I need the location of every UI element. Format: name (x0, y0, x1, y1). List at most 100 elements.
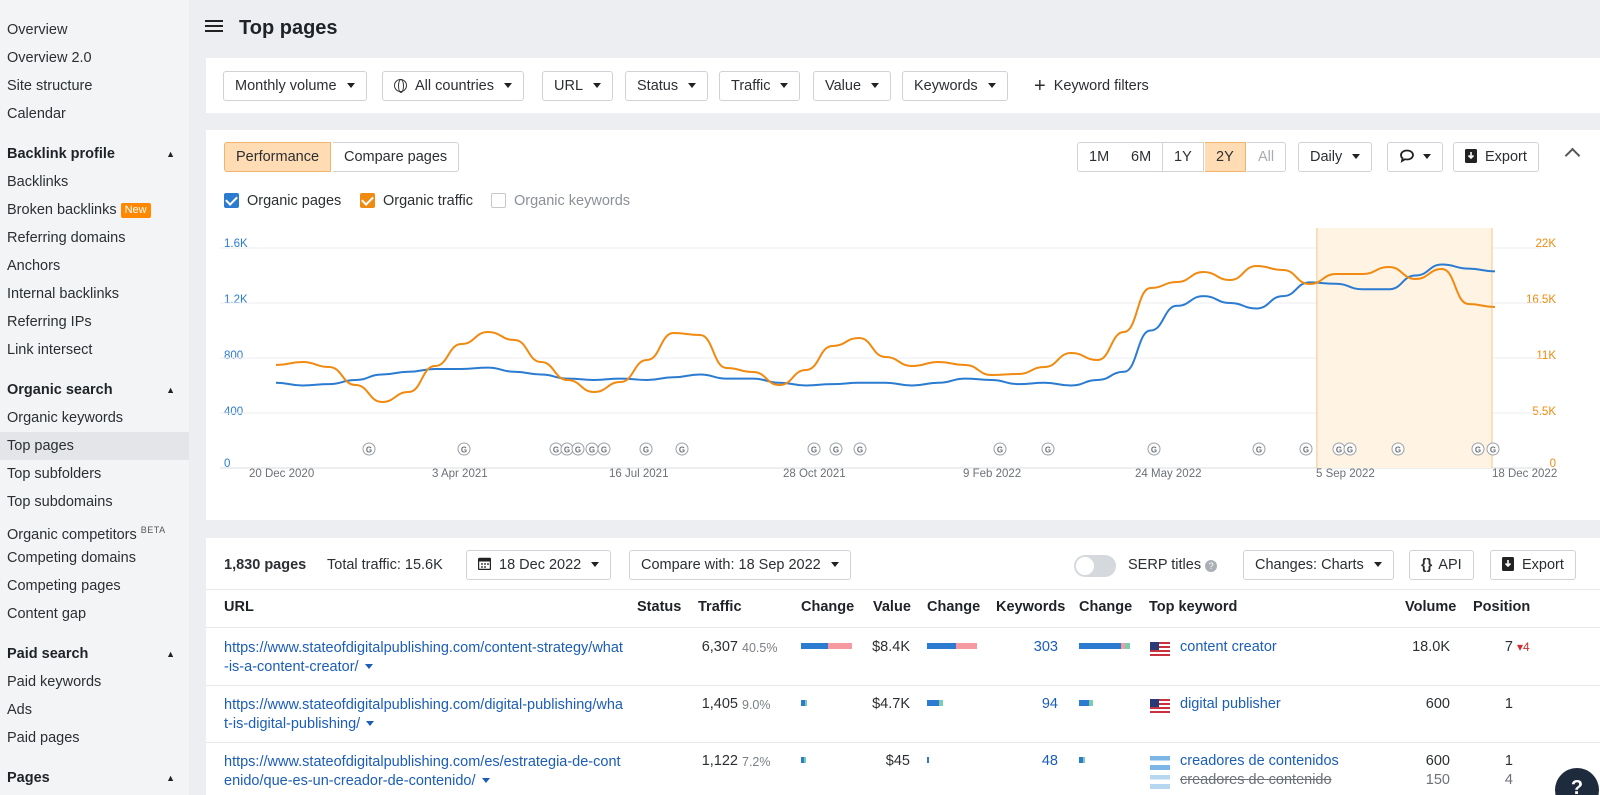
google-update-marker-label: G (461, 446, 467, 455)
calendar-icon (477, 557, 492, 571)
argentina-flag-icon (1150, 775, 1170, 789)
keyword-filters-button[interactable]: + Keyword filters (1034, 71, 1149, 101)
section-title: Backlink profile (7, 146, 115, 162)
caret-down-icon[interactable] (481, 778, 490, 783)
countries-dropdown[interactable]: All countries (382, 71, 524, 101)
google-update-marker-label: G (1256, 446, 1262, 455)
compare-with-dropdown[interactable]: Compare with: 18 Sep 2022 (629, 550, 851, 580)
top-keyword-link[interactable]: digital publisher (1180, 696, 1281, 712)
dropdown-label: 18 Dec 2022 (499, 557, 582, 573)
caret-down-icon (987, 83, 996, 88)
sidebar-section-paid-search[interactable]: Paid search ▲ (0, 640, 189, 668)
sidebar-section-pages[interactable]: Pages ▲ (0, 764, 189, 792)
sidebar-section-backlink-profile[interactable]: Backlink profile ▲ (0, 140, 189, 168)
column-header-keywords[interactable]: Keywords (996, 599, 1065, 615)
traffic-change-new-bar (804, 757, 806, 763)
section-title: Pages (7, 770, 50, 786)
serp-titles-toggle[interactable] (1074, 555, 1116, 577)
table-row-url[interactable]: https://www.stateofdigitalpublishing.com… (224, 639, 624, 677)
sidebar-item-paid-pages[interactable]: Paid pages (0, 724, 189, 752)
caret-down-icon[interactable] (366, 721, 375, 726)
highlight-band (1316, 228, 1492, 468)
caret-down-icon (591, 562, 600, 567)
button-label: Keyword filters (1053, 78, 1149, 94)
google-update-marker-label: G (575, 446, 581, 455)
sidebar-item-link-intersect[interactable]: Link intersect (0, 336, 189, 364)
column-header-url[interactable]: URL (224, 599, 254, 615)
monthly-volume-dropdown[interactable]: Monthly volume (223, 71, 367, 101)
sidebar-item-organic-competitors[interactable]: Organic competitors BETA (0, 516, 189, 544)
changes-dropdown[interactable]: Changes: Charts (1243, 550, 1394, 580)
sidebar-item-competing-domains[interactable]: Competing domains (0, 544, 189, 572)
sidebar-item-top-subfolders[interactable]: Top subfolders (0, 460, 189, 488)
value-change-new-bar (939, 700, 943, 706)
sidebar-item-overview-2[interactable]: Overview 2.0 (0, 44, 189, 72)
url-link[interactable]: https://www.stateofdigitalpublishing.com… (224, 754, 621, 789)
position-change-value: 4 (1523, 640, 1530, 654)
status-dropdown[interactable]: Status (625, 71, 709, 101)
button-label: Export (1522, 557, 1564, 573)
column-header-keywords-change[interactable]: Change (1079, 599, 1132, 615)
menu-icon[interactable] (205, 18, 223, 36)
dropdown-label: Monthly volume (235, 78, 337, 94)
caret-down-icon[interactable] (364, 664, 373, 669)
url-dropdown[interactable]: URL (542, 71, 614, 101)
traffic-dropdown[interactable]: Traffic (719, 71, 801, 101)
column-header-traffic-change[interactable]: Change (801, 599, 854, 615)
column-header-status[interactable]: Status (637, 599, 681, 615)
sidebar-item-backlinks[interactable]: Backlinks (0, 168, 189, 196)
column-header-position[interactable]: Position (1473, 599, 1530, 615)
api-button[interactable]: {} API (1409, 550, 1474, 580)
sidebar-item-competing-pages[interactable]: Competing pages (0, 572, 189, 600)
sidebar-item-calendar[interactable]: Calendar (0, 100, 189, 128)
value-amount: $45 (885, 753, 910, 769)
sidebar-item-referring-ips[interactable]: Referring IPs (0, 308, 189, 336)
keywords-count[interactable]: 303 (986, 639, 1058, 655)
pages-table-panel: 1,830 pages Total traffic: 15.6K 18 Dec … (206, 538, 1600, 795)
sidebar-item-site-structure[interactable]: Site structure (0, 72, 189, 100)
table-row-url[interactable]: https://www.stateofdigitalpublishing.com… (224, 696, 624, 734)
top-keyword-link[interactable]: content creator (1180, 639, 1277, 655)
performance-chart[interactable]: GGGGGGGGGGGGGGGGGGGGGG (206, 130, 1600, 520)
date-picker[interactable]: 18 Dec 2022 (466, 550, 612, 580)
sidebar-item-ads[interactable]: Ads (0, 696, 189, 724)
help-icon[interactable]: ? (1205, 560, 1218, 572)
sidebar-item-label: Organic competitors (7, 527, 137, 543)
sidebar-item-top-subdomains[interactable]: Top subdomains (0, 488, 189, 516)
divider (206, 589, 1600, 590)
google-update-marker-label: G (1475, 446, 1481, 455)
keywords-count[interactable]: 94 (986, 696, 1058, 712)
sidebar-item-label: Broken backlinks (7, 202, 117, 218)
table-row-url[interactable]: https://www.stateofdigitalpublishing.com… (224, 753, 624, 791)
sidebar-item-top-pages[interactable]: Top pages (0, 432, 189, 460)
column-header-top-keyword[interactable]: Top keyword (1149, 599, 1237, 615)
google-update-marker-label: G (857, 446, 863, 455)
column-header-value-change[interactable]: Change (927, 599, 980, 615)
sidebar-item-content-gap[interactable]: Content gap (0, 600, 189, 628)
sidebar-item-anchors[interactable]: Anchors (0, 252, 189, 280)
column-header-volume[interactable]: Volume (1405, 599, 1456, 615)
sidebar-item-referring-domains[interactable]: Referring domains (0, 224, 189, 252)
sidebar-item-overview[interactable]: Overview (0, 16, 189, 44)
traffic-percent-text: 40.5% (742, 641, 778, 655)
braces-icon: {} (1421, 557, 1433, 573)
dropdown-label: Traffic (731, 78, 771, 94)
table-export-button[interactable]: Export (1490, 550, 1576, 580)
keywords-count[interactable]: 48 (986, 753, 1058, 769)
traffic-percent: 9.0% (736, 697, 771, 713)
google-update-marker-label: G (811, 446, 817, 455)
sidebar-section-organic-search[interactable]: Organic search ▲ (0, 376, 189, 404)
keywords-dropdown[interactable]: Keywords (902, 71, 1008, 101)
sidebar-item-broken-backlinks[interactable]: Broken backlinks New (0, 196, 189, 224)
column-header-value[interactable]: Value (873, 599, 911, 615)
value-amount: $8.4K (872, 639, 910, 655)
top-keyword-link[interactable]: creadores de contenidos (1180, 753, 1339, 769)
sidebar-item-organic-keywords[interactable]: Organic keywords (0, 404, 189, 432)
url-link[interactable]: https://www.stateofdigitalpublishing.com… (224, 640, 623, 675)
traffic-percent: 40.5% (736, 640, 777, 656)
sidebar-item-internal-backlinks[interactable]: Internal backlinks (0, 280, 189, 308)
url-link[interactable]: https://www.stateofdigitalpublishing.com… (224, 697, 623, 732)
column-header-traffic[interactable]: Traffic (698, 599, 742, 615)
value-dropdown[interactable]: Value (813, 71, 892, 101)
sidebar-item-paid-keywords[interactable]: Paid keywords (0, 668, 189, 696)
